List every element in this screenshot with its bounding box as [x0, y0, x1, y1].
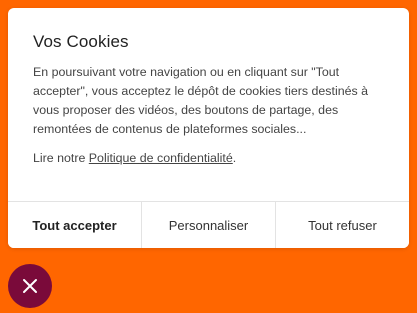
dialog-body: Vos Cookies En poursuivant votre navigat… [33, 31, 391, 168]
policy-suffix: . [232, 151, 237, 165]
cookie-consent-dialog: Vos Cookies En poursuivant votre navigat… [8, 8, 409, 248]
dialog-title: Vos Cookies [33, 32, 129, 51]
policy-prefix: Lire notre [33, 151, 89, 165]
dialog-actions: Tout accepter Personnaliser Tout refuser [8, 201, 409, 248]
close-button[interactable] [8, 264, 52, 308]
privacy-policy-link[interactable]: Politique de confidentialité [89, 151, 233, 165]
customize-button[interactable]: Personnaliser [142, 202, 276, 248]
refuse-all-button[interactable]: Tout refuser [276, 202, 409, 248]
close-icon [23, 279, 37, 293]
accept-all-button[interactable]: Tout accepter [8, 202, 142, 248]
policy-line: Lire notre Politique de confidentialité. [33, 149, 391, 168]
dialog-description: En poursuivant votre navigation ou en cl… [33, 65, 369, 136]
